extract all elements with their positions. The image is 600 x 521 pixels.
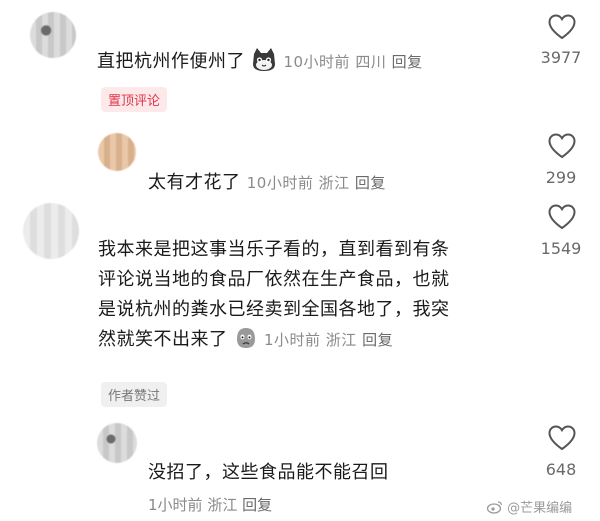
avatar[interactable] [97, 423, 137, 463]
like-count: 299 [545, 168, 577, 187]
weibo-logo-icon [487, 501, 503, 514]
like-count: 648 [545, 460, 577, 479]
author-liked-tag: 作者赞过 [101, 382, 168, 407]
reply-button[interactable]: 回复 [355, 174, 386, 192]
comment-meta: 1小时前 浙江 回复 [263, 331, 394, 349]
comment-text: 没招了，这些食品能不能召回 [148, 462, 389, 483]
comment-meta: 10小时前 四川 回复 [283, 53, 423, 71]
comment-meta: 1小时前 浙江 回复 [148, 496, 273, 514]
sad-face-icon [236, 328, 255, 348]
like-heart-icon[interactable] [548, 204, 576, 230]
avatar[interactable] [30, 12, 76, 58]
comment-text: 我本来是把这事当乐子看的，直到看到有条 评论说当地的食品厂依然在生产食品，也就 … [98, 239, 450, 350]
avatar[interactable] [23, 203, 79, 259]
cat-face-icon [253, 48, 276, 71]
like-heart-icon[interactable] [548, 14, 576, 40]
like-heart-icon[interactable] [548, 425, 576, 451]
comment-text: 太有才花了 10小时前 浙江 回复 [148, 172, 386, 193]
like-count: 3977 [540, 48, 582, 67]
comment-meta: 10小时前 浙江 回复 [246, 174, 386, 192]
pinned-comment-tag: 置顶评论 [101, 87, 168, 112]
comment-text: 直把杭州作便州了 10小时前 四川 回复 [97, 47, 423, 73]
reply-button[interactable]: 回复 [392, 53, 423, 71]
like-heart-icon[interactable] [548, 133, 576, 159]
like-count: 1549 [540, 239, 582, 258]
avatar[interactable] [98, 133, 136, 171]
reply-button[interactable]: 回复 [362, 331, 393, 349]
weibo-watermark: @芒果编编 [487, 497, 572, 516]
reply-button[interactable]: 回复 [242, 496, 272, 514]
